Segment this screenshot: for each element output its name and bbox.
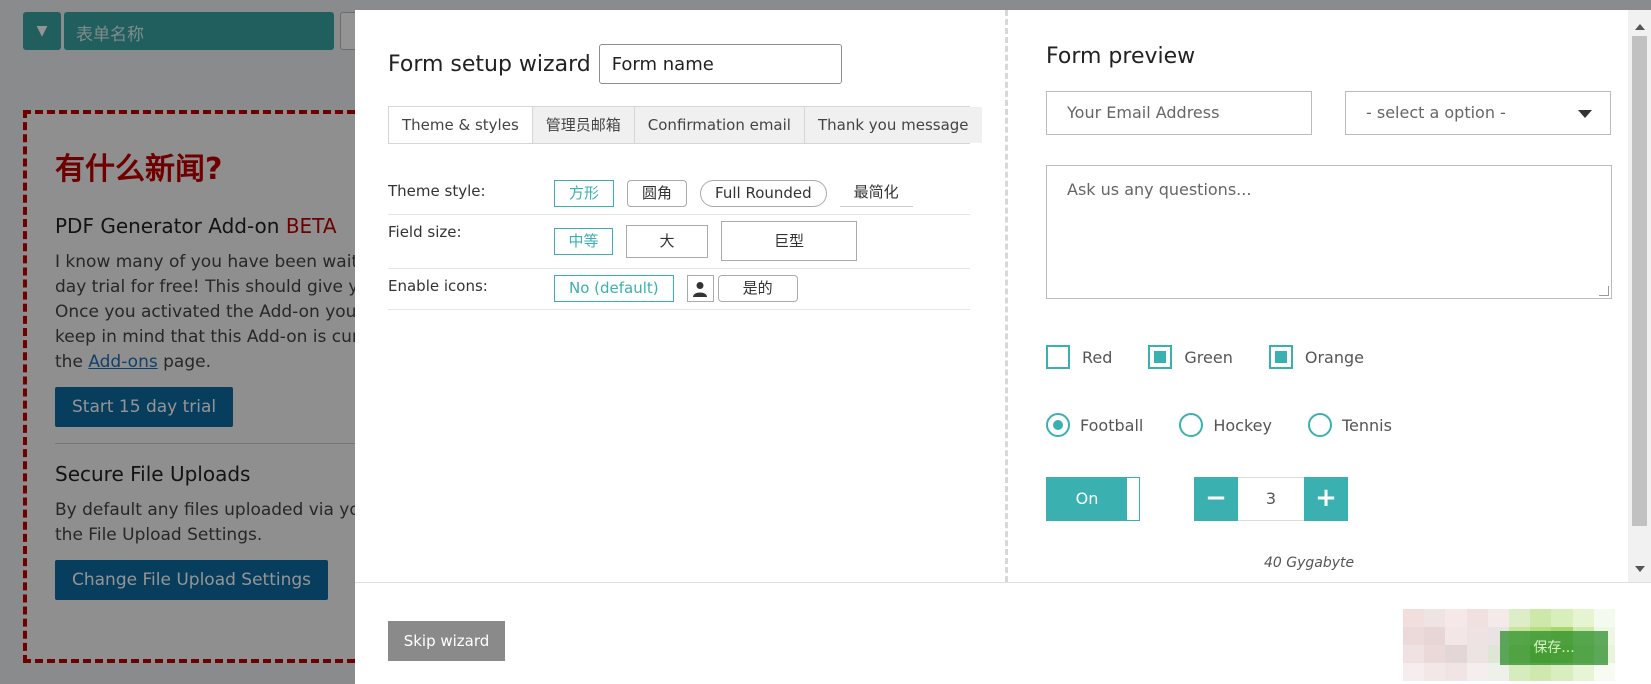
radio-hockey[interactable]: Hockey [1179, 413, 1272, 437]
radio-label: Tennis [1341, 415, 1392, 435]
stepper-value[interactable]: 3 [1238, 477, 1304, 521]
wizard-tabs: Theme & styles 管理员邮箱 Confirmation email … [388, 106, 982, 144]
preview-checkbox-group: Red Green Orange [1046, 345, 1628, 369]
icons-option-yes[interactable]: 是的 [717, 275, 798, 302]
icons-option-no[interactable]: No (default) [554, 275, 674, 302]
radio-circle[interactable] [1307, 413, 1332, 437]
modal-footer: Skip wizard 保存... [355, 582, 1651, 684]
checkbox-red[interactable]: Red [1046, 345, 1112, 369]
preview-textarea-placeholder: Ask us any questions... [1067, 180, 1252, 199]
toggle-knob[interactable] [1127, 478, 1139, 520]
preview-email-input[interactable]: Your Email Address [1046, 91, 1312, 135]
preview-toggle[interactable]: On [1046, 477, 1140, 521]
size-option-large[interactable]: 大 [626, 224, 708, 258]
enable-icons-label: Enable icons: [388, 277, 488, 295]
resize-grip-icon[interactable] [1599, 286, 1609, 296]
tab-confirmation-email[interactable]: Confirmation email [633, 107, 804, 143]
form-setup-modal: Form setup wizard Theme & styles 管理员邮箱 C… [355, 10, 1651, 684]
field-size-row: Field size: 中等 大 巨型 [388, 215, 970, 269]
save-area: 保存... [1403, 609, 1615, 681]
quantity-stepper: − 3 + [1194, 477, 1348, 521]
radio-label: Hockey [1213, 415, 1272, 435]
checkbox-label: Green [1184, 347, 1233, 367]
radio-football[interactable]: Football [1046, 413, 1143, 437]
theme-option-minimal[interactable]: 最简化 [839, 180, 913, 207]
tab-thank-you-message[interactable]: Thank you message [803, 107, 982, 143]
checkbox-label: Orange [1304, 347, 1364, 367]
radio-label: Football [1080, 415, 1144, 435]
tab-admin-email[interactable]: 管理员邮箱 [531, 107, 634, 143]
checkbox-box[interactable] [1268, 345, 1293, 369]
storage-text: 40 Gygabyte [1264, 555, 1355, 571]
checkbox-orange[interactable]: Orange [1268, 345, 1364, 369]
preview-radio-group: Football Hockey Tennis [1046, 413, 1628, 437]
enable-icons-row: Enable icons: No (default) 是的 [388, 269, 970, 310]
scroll-up-icon[interactable] [1635, 24, 1645, 30]
preview-scrollbar[interactable] [1628, 10, 1651, 582]
wizard-pane: Form setup wizard Theme & styles 管理员邮箱 C… [355, 10, 1005, 582]
form-name-input[interactable] [598, 44, 842, 84]
preview-select-value: - select a option - [1366, 103, 1506, 122]
theme-style-label: Theme style: [388, 182, 486, 200]
scroll-thumb[interactable] [1632, 36, 1647, 526]
caret-down-icon [1578, 110, 1592, 118]
checkbox-box[interactable] [1148, 345, 1173, 369]
wizard-title: Form setup wizard [388, 51, 591, 77]
theme-option-square[interactable]: 方形 [554, 180, 615, 207]
preview-select[interactable]: - select a option - [1345, 91, 1611, 135]
theme-option-full-rounded[interactable]: Full Rounded [700, 180, 827, 207]
user-icon[interactable] [686, 275, 714, 302]
tab-theme-styles[interactable]: Theme & styles [389, 107, 532, 143]
minus-icon[interactable]: − [1194, 477, 1238, 521]
skip-wizard-button[interactable]: Skip wizard [388, 621, 505, 661]
preview-pane: Form preview Your Email Address - select… [1008, 10, 1628, 582]
save-button[interactable]: 保存... [1500, 631, 1608, 665]
preview-textarea[interactable]: Ask us any questions... [1046, 165, 1612, 299]
checkbox-green[interactable]: Green [1148, 345, 1233, 369]
radio-circle[interactable] [1179, 413, 1204, 437]
theme-style-row: Theme style: 方形 圆角 Full Rounded 最简化 [388, 174, 970, 215]
plus-icon[interactable]: + [1304, 477, 1348, 521]
scroll-down-icon[interactable] [1635, 566, 1645, 572]
radio-circle[interactable] [1046, 413, 1070, 437]
size-option-medium[interactable]: 中等 [554, 227, 613, 255]
field-size-label: Field size: [388, 223, 462, 241]
checkbox-label: Red [1082, 347, 1113, 367]
wizard-header: Form setup wizard [388, 44, 970, 84]
checkbox-box[interactable] [1046, 345, 1070, 369]
theme-option-rounded[interactable]: 圆角 [627, 180, 688, 207]
toggle-label: On [1075, 489, 1099, 508]
radio-tennis[interactable]: Tennis [1307, 413, 1392, 437]
size-option-huge[interactable]: 巨型 [721, 221, 857, 261]
preview-title: Form preview [1046, 44, 1196, 69]
